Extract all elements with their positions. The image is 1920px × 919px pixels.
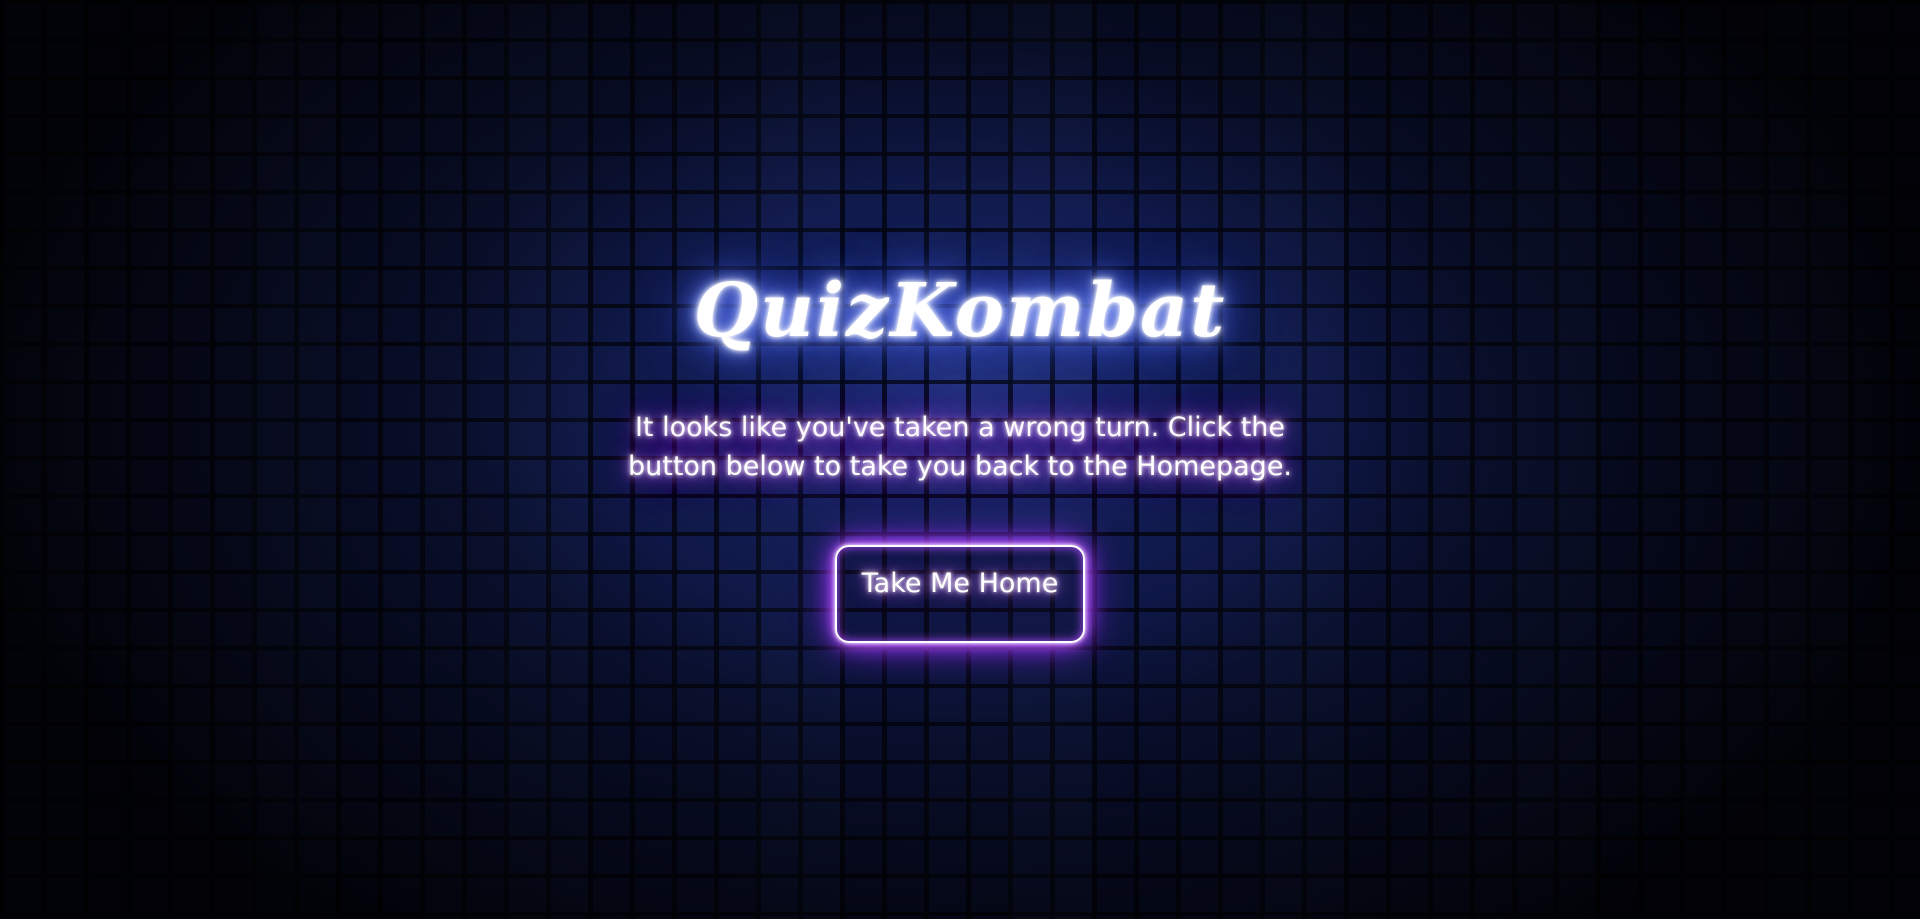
main-content: QuizKombat It looks like you've taken a … (0, 0, 1920, 919)
error-message: It looks like you've taken a wrong turn.… (627, 412, 1293, 482)
not-found-page: QuizKombat It looks like you've taken a … (0, 0, 1920, 919)
brand-logo-title: QuizKombat (693, 268, 1227, 354)
take-me-home-button[interactable]: Take Me Home (835, 545, 1085, 643)
take-me-home-button-label: Take Me Home (861, 568, 1059, 599)
